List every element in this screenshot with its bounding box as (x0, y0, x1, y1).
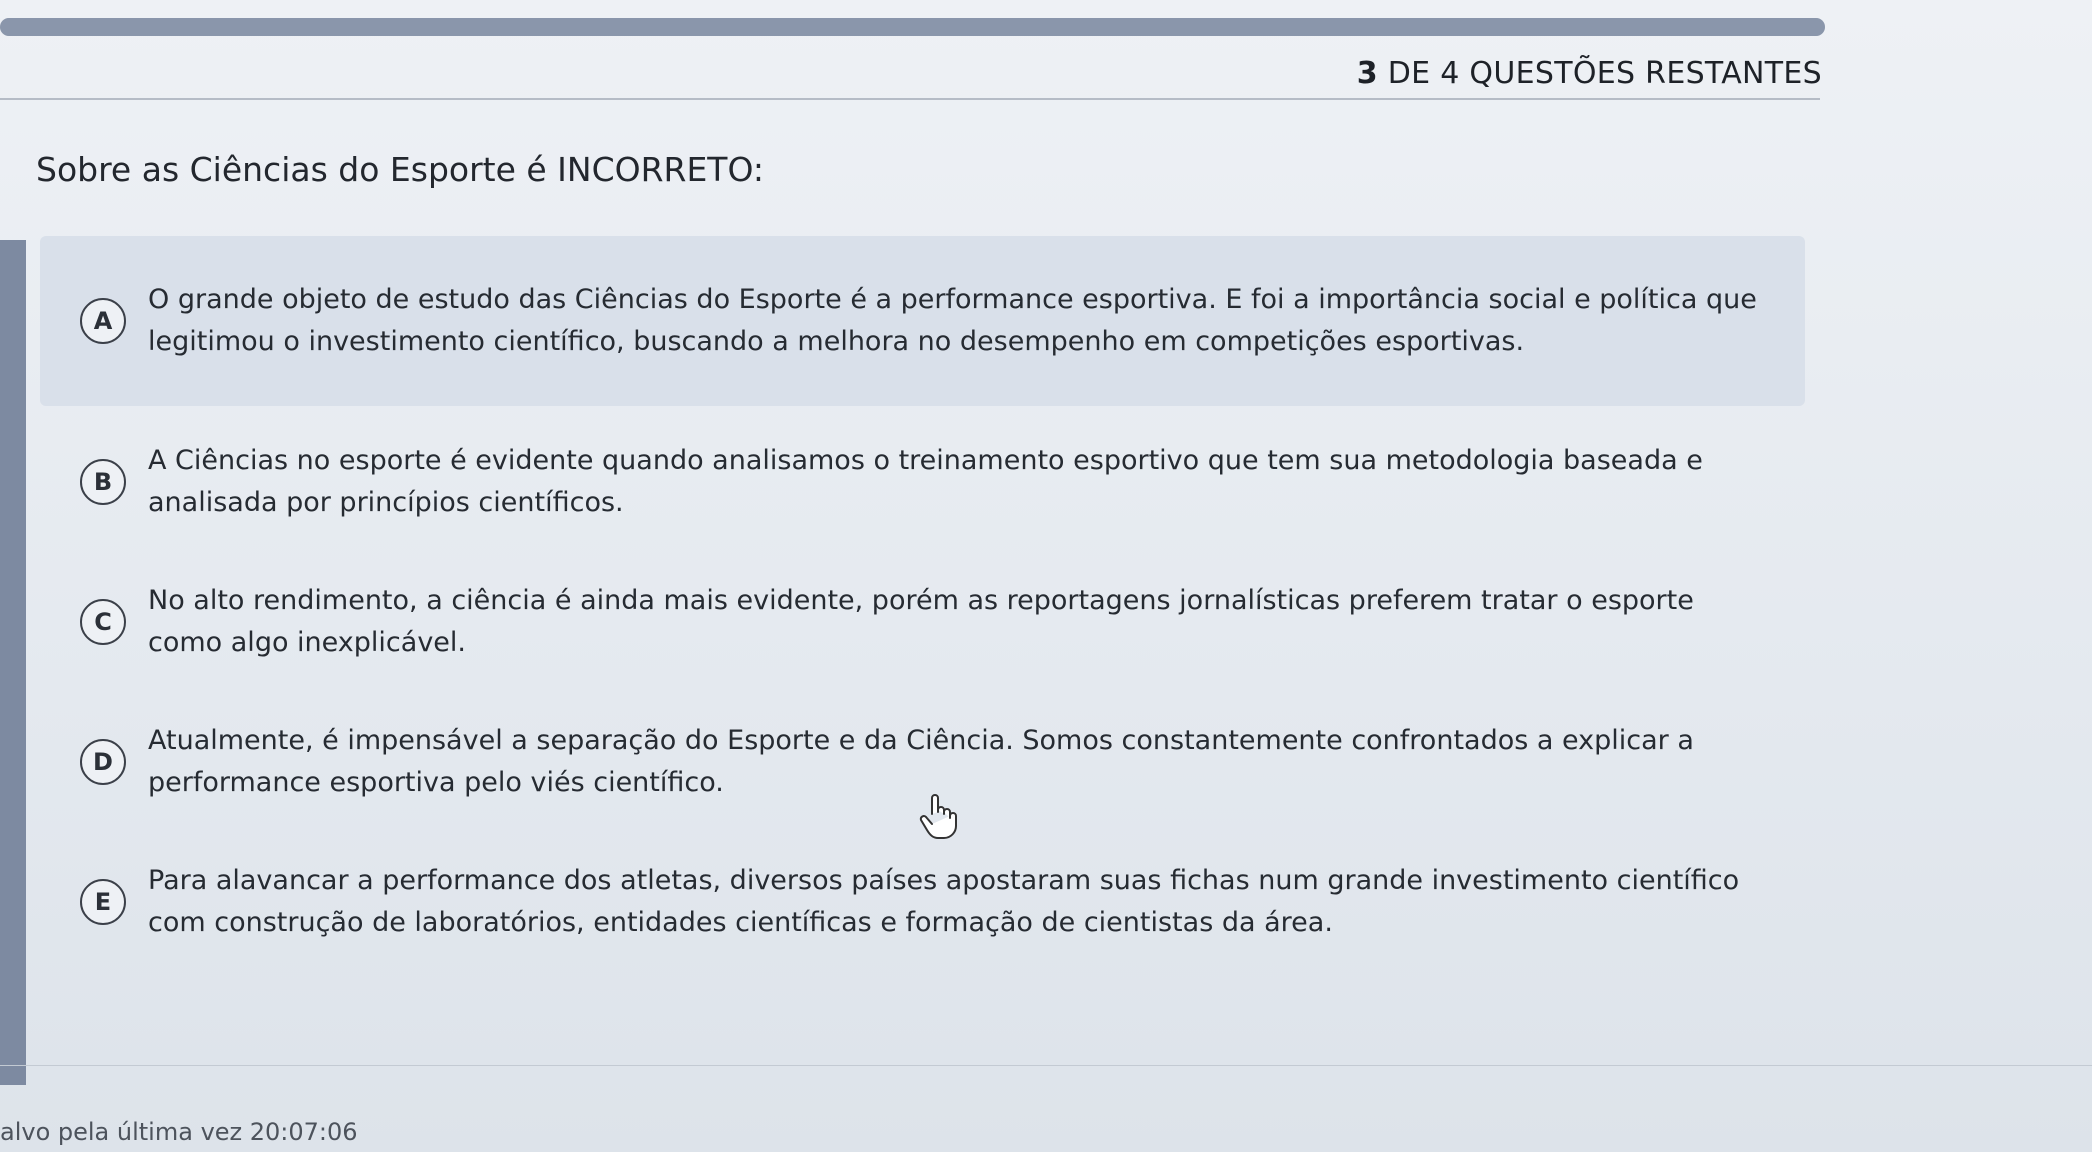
option-e-text[interactable]: Para alavancar a performance dos atletas… (148, 860, 1805, 944)
option-c[interactable]: C No alto rendimento, a ciência é ainda … (40, 558, 1805, 686)
header-divider (0, 98, 1820, 100)
quiz-page: 3 DE 4 QUESTÕES RESTANTES Sobre as Ciênc… (0, 0, 2092, 1152)
option-c-text[interactable]: No alto rendimento, a ciência é ainda ma… (148, 580, 1805, 664)
question-prompt: Sobre as Ciências do Esporte é INCORRETO… (36, 150, 764, 189)
last-saved-text: alvo pela última vez 20:07:06 (0, 1118, 358, 1146)
hand-pointer-icon (919, 794, 957, 839)
side-accent-bar (0, 240, 26, 1085)
option-a-text[interactable]: O grande objeto de estudo das Ciências d… (148, 279, 1805, 363)
progress-bar (0, 18, 1825, 36)
option-d-text[interactable]: Atualmente, é impensável a separação do … (148, 720, 1805, 804)
remaining-text: DE 4 QUESTÕES RESTANTES (1377, 56, 1822, 91)
progress-bar-fill (0, 18, 1825, 36)
option-b-text[interactable]: A Ciências no esporte é evidente quando … (148, 440, 1805, 524)
option-b[interactable]: B A Ciências no esporte é evidente quand… (40, 418, 1805, 546)
option-e-letter[interactable]: E (80, 879, 126, 925)
answer-options: A O grande objeto de estudo das Ciências… (40, 236, 1805, 978)
footer-divider (0, 1065, 2092, 1066)
option-a-letter[interactable]: A (80, 298, 126, 344)
questions-remaining: 3 DE 4 QUESTÕES RESTANTES (1357, 56, 1822, 91)
option-a[interactable]: A O grande objeto de estudo das Ciências… (40, 236, 1805, 406)
option-b-letter[interactable]: B (80, 459, 126, 505)
option-c-letter[interactable]: C (80, 599, 126, 645)
option-d-letter[interactable]: D (80, 739, 126, 785)
option-e[interactable]: E Para alavancar a performance dos atlet… (40, 838, 1805, 966)
remaining-count: 3 (1356, 56, 1378, 91)
